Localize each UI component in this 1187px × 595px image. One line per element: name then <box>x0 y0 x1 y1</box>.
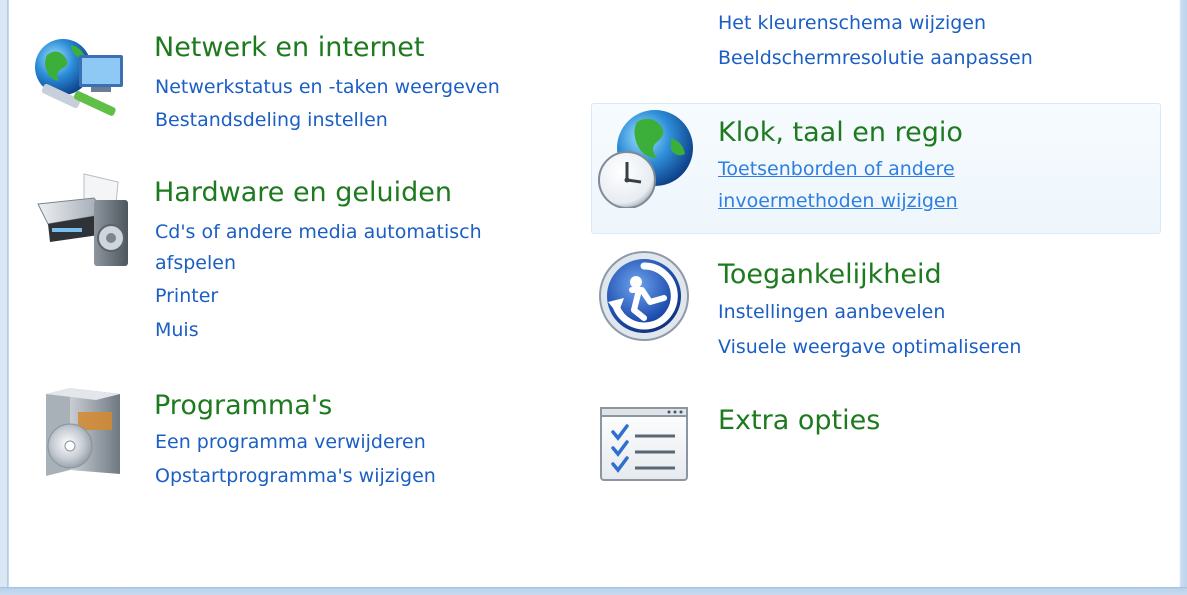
accessibility-title[interactable]: Toegankelijkheid <box>718 259 942 291</box>
printer-speaker-icon[interactable] <box>34 170 130 270</box>
hardware-link-printer[interactable]: Printer <box>155 284 218 308</box>
programs-link-uninstall[interactable]: Een programma verwijderen <box>155 430 426 454</box>
hardware-link-mouse[interactable]: Muis <box>155 318 199 342</box>
clock-globe-icon[interactable] <box>597 108 697 208</box>
network-link-status[interactable]: Netwerkstatus en -taken weergeven <box>155 75 500 99</box>
appearance-link-color-scheme[interactable]: Het kleurenschema wijzigen <box>718 11 986 35</box>
network-link-sharing[interactable]: Bestandsdeling instellen <box>155 108 388 132</box>
software-box-icon[interactable] <box>40 384 132 480</box>
hardware-link-autoplay-cont[interactable]: afspelen <box>155 251 236 275</box>
ease-of-access-icon[interactable] <box>598 250 690 342</box>
clock-title[interactable]: Klok, taal en regio <box>718 117 963 149</box>
window-left-border <box>0 0 9 595</box>
network-title[interactable]: Netwerk en internet <box>154 32 424 64</box>
window-right-border <box>1179 0 1187 595</box>
clock-link-keyboards[interactable]: Toetsenborden of andere <box>718 157 955 181</box>
accessibility-link-recommend[interactable]: Instellingen aanbevelen <box>718 300 945 324</box>
clock-link-input-methods[interactable]: invoermethoden wijzigen <box>718 189 958 213</box>
extra-title[interactable]: Extra opties <box>718 405 880 437</box>
programs-title[interactable]: Programma's <box>154 390 332 422</box>
programs-link-startup[interactable]: Opstartprogramma's wijzigen <box>155 464 436 488</box>
checklist-icon[interactable] <box>599 406 691 484</box>
appearance-link-resolution[interactable]: Beeldschermresolutie aanpassen <box>718 46 1033 70</box>
hardware-title[interactable]: Hardware en geluiden <box>154 177 452 209</box>
accessibility-link-visual[interactable]: Visuele weergave optimaliseren <box>718 335 1021 359</box>
window-bottom-border <box>0 587 1187 595</box>
hardware-link-autoplay[interactable]: Cd's of andere media automatisch <box>155 220 482 244</box>
network-globe-icon[interactable] <box>33 33 133 125</box>
